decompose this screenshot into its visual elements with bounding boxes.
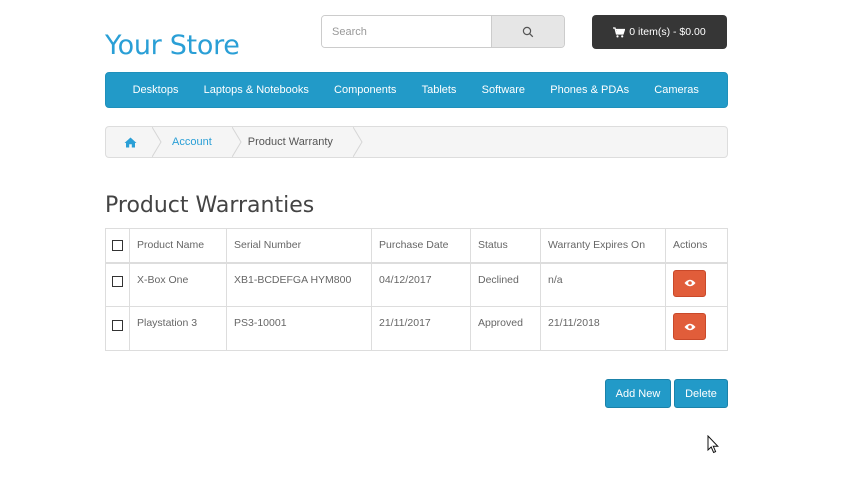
- menu-item-laptops[interactable]: Laptops & Notebooks: [191, 84, 321, 96]
- col-serial-number[interactable]: Serial Number: [226, 228, 372, 264]
- cell-product-name: Playstation 3: [129, 306, 227, 351]
- cart-button[interactable]: 0 item(s) - $0.00: [592, 15, 727, 49]
- cell-actions: [665, 262, 728, 307]
- table-header-row: Product Name Serial Number Purchase Date…: [105, 228, 728, 264]
- search-bar: [321, 15, 565, 48]
- store-logo[interactable]: Your Store: [105, 30, 240, 61]
- col-purchase-date[interactable]: Purchase Date: [371, 228, 471, 264]
- cell-serial-number: XB1-BCDEFGA HYM800: [226, 262, 372, 307]
- breadcrumb-account[interactable]: Account: [154, 127, 242, 157]
- table-row: Playstation 3 PS3-10001 21/11/2017 Appro…: [105, 306, 728, 351]
- select-all-cell: [105, 228, 130, 264]
- eye-icon: [684, 323, 695, 330]
- view-button[interactable]: [673, 269, 706, 297]
- breadcrumb-separator: [352, 127, 363, 157]
- cell-actions: [665, 306, 728, 351]
- search-input[interactable]: [322, 16, 491, 47]
- col-warranty-expires[interactable]: Warranty Expires On: [540, 228, 666, 264]
- cell-purchase-date: 21/11/2017: [371, 306, 471, 351]
- cart-total: 0 item(s) - $0.00: [629, 26, 706, 38]
- main-menu: Desktops Laptops & Notebooks Components …: [105, 72, 728, 108]
- col-status[interactable]: Status: [470, 228, 541, 264]
- eye-icon: [684, 279, 695, 287]
- breadcrumb: Account Product Warranty: [105, 126, 728, 158]
- table-row: X-Box One XB1-BCDEFGA HYM800 04/12/2017 …: [105, 262, 728, 307]
- view-button[interactable]: [673, 313, 706, 340]
- breadcrumb-product-warranty[interactable]: Product Warranty: [234, 127, 363, 157]
- col-actions: Actions: [665, 228, 728, 264]
- breadcrumb-current-label: Product Warranty: [247, 136, 333, 148]
- col-product-name[interactable]: Product Name: [129, 228, 227, 264]
- menu-item-tablets[interactable]: Tablets: [409, 84, 469, 96]
- page-title: Product Warranties: [105, 193, 315, 218]
- menu-item-components[interactable]: Components: [321, 84, 409, 96]
- cell-status: Approved: [470, 306, 541, 351]
- menu-item-cameras[interactable]: Cameras: [642, 84, 712, 96]
- home-icon: [124, 137, 136, 147]
- search-button[interactable]: [491, 16, 564, 47]
- delete-button[interactable]: Delete: [674, 379, 728, 408]
- add-new-button[interactable]: Add New: [605, 379, 671, 408]
- row-select-cell: [105, 306, 130, 351]
- breadcrumb-account-label: Account: [172, 136, 212, 148]
- cell-purchase-date: 04/12/2017: [371, 262, 471, 307]
- menu-item-software[interactable]: Software: [469, 84, 538, 96]
- cell-status: Declined: [470, 262, 541, 307]
- cell-product-name: X-Box One: [129, 262, 227, 307]
- row-select-cell: [105, 262, 130, 307]
- breadcrumb-home[interactable]: [106, 127, 162, 157]
- row-checkbox[interactable]: [112, 319, 123, 331]
- search-icon: [522, 26, 534, 37]
- cell-warranty-expires: n/a: [540, 262, 666, 307]
- menu-item-phones[interactable]: Phones & PDAs: [538, 84, 642, 96]
- row-checkbox[interactable]: [112, 276, 123, 288]
- cell-serial-number: PS3-10001: [226, 306, 372, 351]
- menu-item-desktops[interactable]: Desktops: [120, 84, 191, 96]
- select-all-checkbox[interactable]: [112, 239, 123, 251]
- mouse-cursor-icon: [707, 435, 719, 454]
- cell-warranty-expires: 21/11/2018: [540, 306, 666, 351]
- warranty-table: Product Name Serial Number Purchase Date…: [105, 228, 728, 351]
- cart-icon: [613, 26, 626, 37]
